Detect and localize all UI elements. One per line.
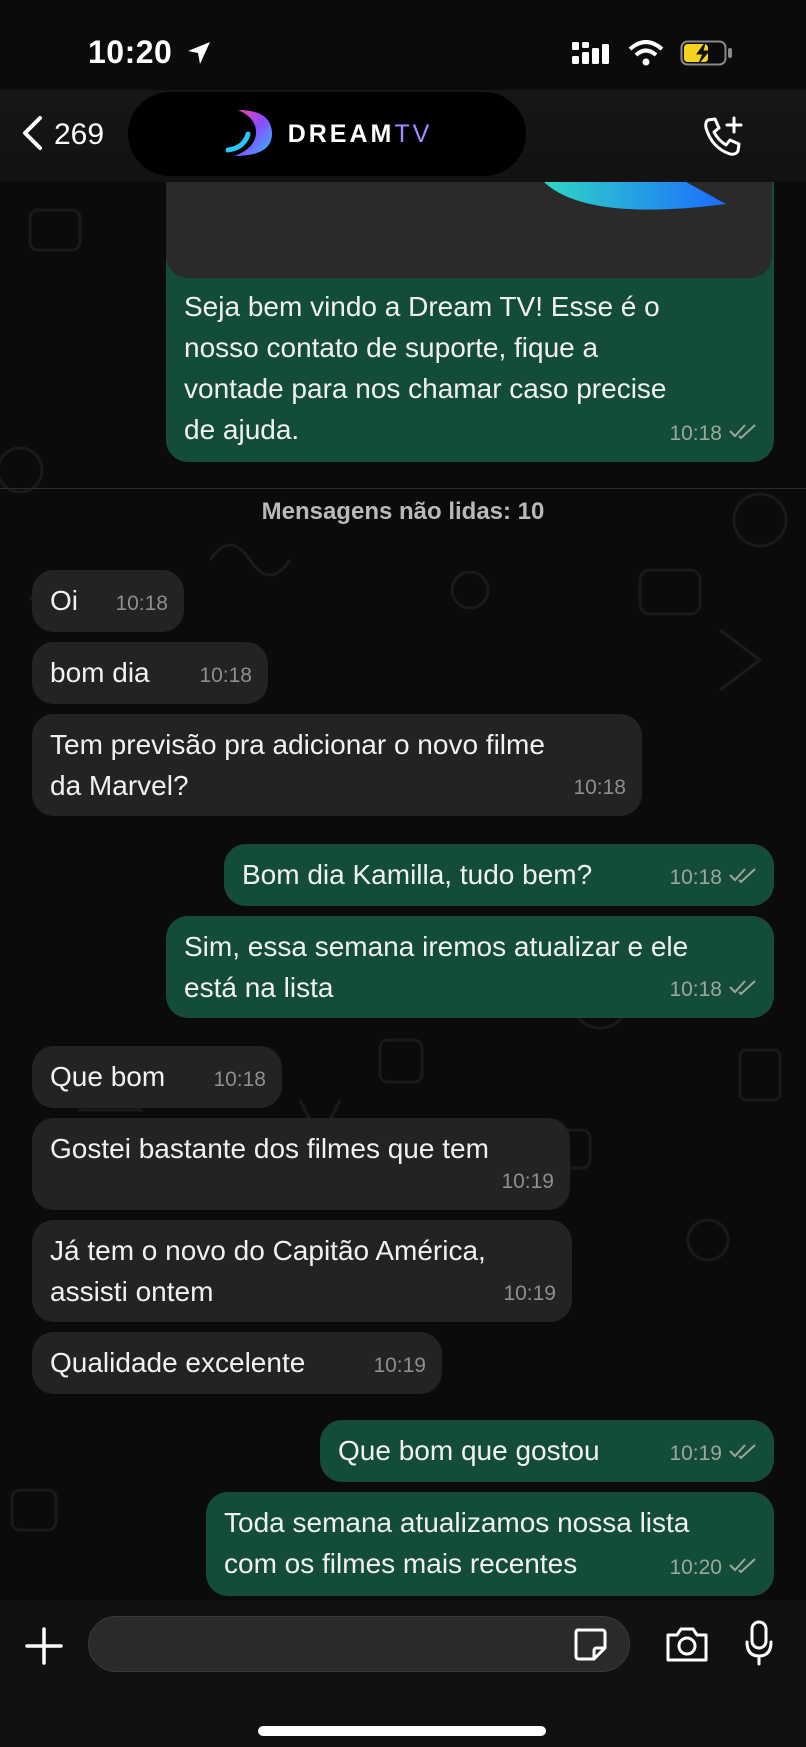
message-time: 10:19 <box>503 1282 556 1305</box>
message-meta: 10:18 <box>669 857 758 898</box>
message-text: Tem previsão pra adicionar o novo filme … <box>50 729 545 801</box>
message-text: Qualidade excelente <box>50 1347 306 1378</box>
read-ticks-icon <box>728 857 758 898</box>
cellular-signal-icon <box>572 42 616 69</box>
message-bubble-incoming[interactable]: Tem previsão pra adicionar o novo filme … <box>32 714 642 816</box>
message-meta: 10:20 <box>669 1547 758 1588</box>
message-time: 10:19 <box>373 1354 426 1377</box>
microphone-button[interactable] <box>744 1620 774 1673</box>
message-time: 10:19 <box>501 1170 554 1193</box>
unread-messages-divider: Mensagens não lidas: 10 <box>261 498 545 525</box>
message-time: 10:18 <box>115 592 168 615</box>
message-bubble-incoming[interactable]: Que bom 10:18 <box>32 1046 282 1108</box>
message-time: 10:18 <box>213 1068 266 1091</box>
message-input[interactable] <box>88 1616 630 1672</box>
message-meta: 10:18 <box>669 413 758 454</box>
home-indicator <box>258 1726 546 1736</box>
message-meta: 10:18 <box>115 583 168 624</box>
message-meta: 10:19 <box>503 1273 556 1314</box>
chat-header: 269 DREAMTV <box>0 90 806 182</box>
camera-button[interactable] <box>664 1624 710 1669</box>
read-ticks-icon <box>728 969 758 1010</box>
read-ticks-icon <box>728 413 758 454</box>
read-ticks-icon <box>728 1433 758 1474</box>
unread-count: 269 <box>54 118 105 151</box>
message-bubble-outgoing[interactable]: Bom dia Kamilla, tudo bem? 10:18 <box>224 844 774 906</box>
microphone-icon <box>744 1620 774 1672</box>
plus-icon <box>24 1627 64 1670</box>
status-bar: 10:20 <box>0 0 806 90</box>
sticker-icon <box>572 1628 608 1666</box>
attach-button[interactable] <box>24 1626 64 1671</box>
message-time: 10:18 <box>669 422 722 445</box>
message-meta: 10:18 <box>199 655 252 696</box>
message-bubble-incoming[interactable]: Qualidade excelente 10:19 <box>32 1332 442 1394</box>
message-image-preview[interactable] <box>166 182 772 278</box>
read-ticks-icon <box>728 1547 758 1588</box>
camera-icon <box>664 1627 710 1668</box>
message-time: 10:19 <box>669 1442 722 1465</box>
message-bubble-outgoing[interactable]: Seja bem vindo a Dream TV! Esse é o noss… <box>166 182 774 462</box>
message-bubble-incoming[interactable]: Oi 10:18 <box>32 570 184 632</box>
message-bubble-outgoing[interactable]: Sim, essa semana iremos atualizar e ele … <box>166 916 774 1018</box>
message-bubble-incoming[interactable]: bom dia 10:18 <box>32 642 268 704</box>
contact-name: DREAMTV <box>287 119 433 148</box>
message-bubble-outgoing[interactable]: Que bom que gostou 10:19 <box>320 1420 774 1482</box>
message-text: Gostei bastante dos filmes que tem <box>50 1133 489 1164</box>
chevron-left-icon <box>20 115 44 156</box>
message-time: 10:20 <box>669 1556 722 1579</box>
contact-profile[interactable]: DREAMTV <box>128 92 526 176</box>
message-time: 10:18 <box>669 978 722 1001</box>
message-bubble-incoming[interactable]: Já tem o novo do Capitão América, assist… <box>32 1220 572 1322</box>
wifi-icon <box>628 40 664 71</box>
message-time: 10:18 <box>669 866 722 889</box>
status-time: 10:20 <box>88 34 173 70</box>
message-meta: 10:19 <box>373 1345 426 1386</box>
message-text: Já tem o novo do Capitão América, assist… <box>50 1235 486 1307</box>
unread-divider-line <box>0 488 806 489</box>
back-button[interactable]: 269 <box>20 110 104 160</box>
battery-charging-icon <box>680 40 736 71</box>
add-call-button[interactable] <box>700 114 746 165</box>
message-meta: 10:18 <box>213 1059 266 1100</box>
phone-plus-icon <box>700 116 746 164</box>
message-meta: 10:19 <box>669 1433 758 1474</box>
message-time: 10:18 <box>199 664 252 687</box>
message-meta: 10:18 <box>669 969 758 1010</box>
location-arrow-icon <box>186 40 212 71</box>
message-meta: 10:19 <box>501 1161 554 1202</box>
composer-bar <box>0 1600 806 1747</box>
message-meta: 10:18 <box>573 767 626 808</box>
message-time: 10:18 <box>573 776 626 799</box>
dreamtv-logo-icon <box>222 104 278 165</box>
message-bubble-incoming[interactable]: Gostei bastante dos filmes que tem 10:19 <box>32 1118 570 1210</box>
sticker-button[interactable] <box>572 1626 608 1667</box>
message-bubble-outgoing[interactable]: Toda semana atualizamos nossa lista com … <box>206 1492 774 1596</box>
